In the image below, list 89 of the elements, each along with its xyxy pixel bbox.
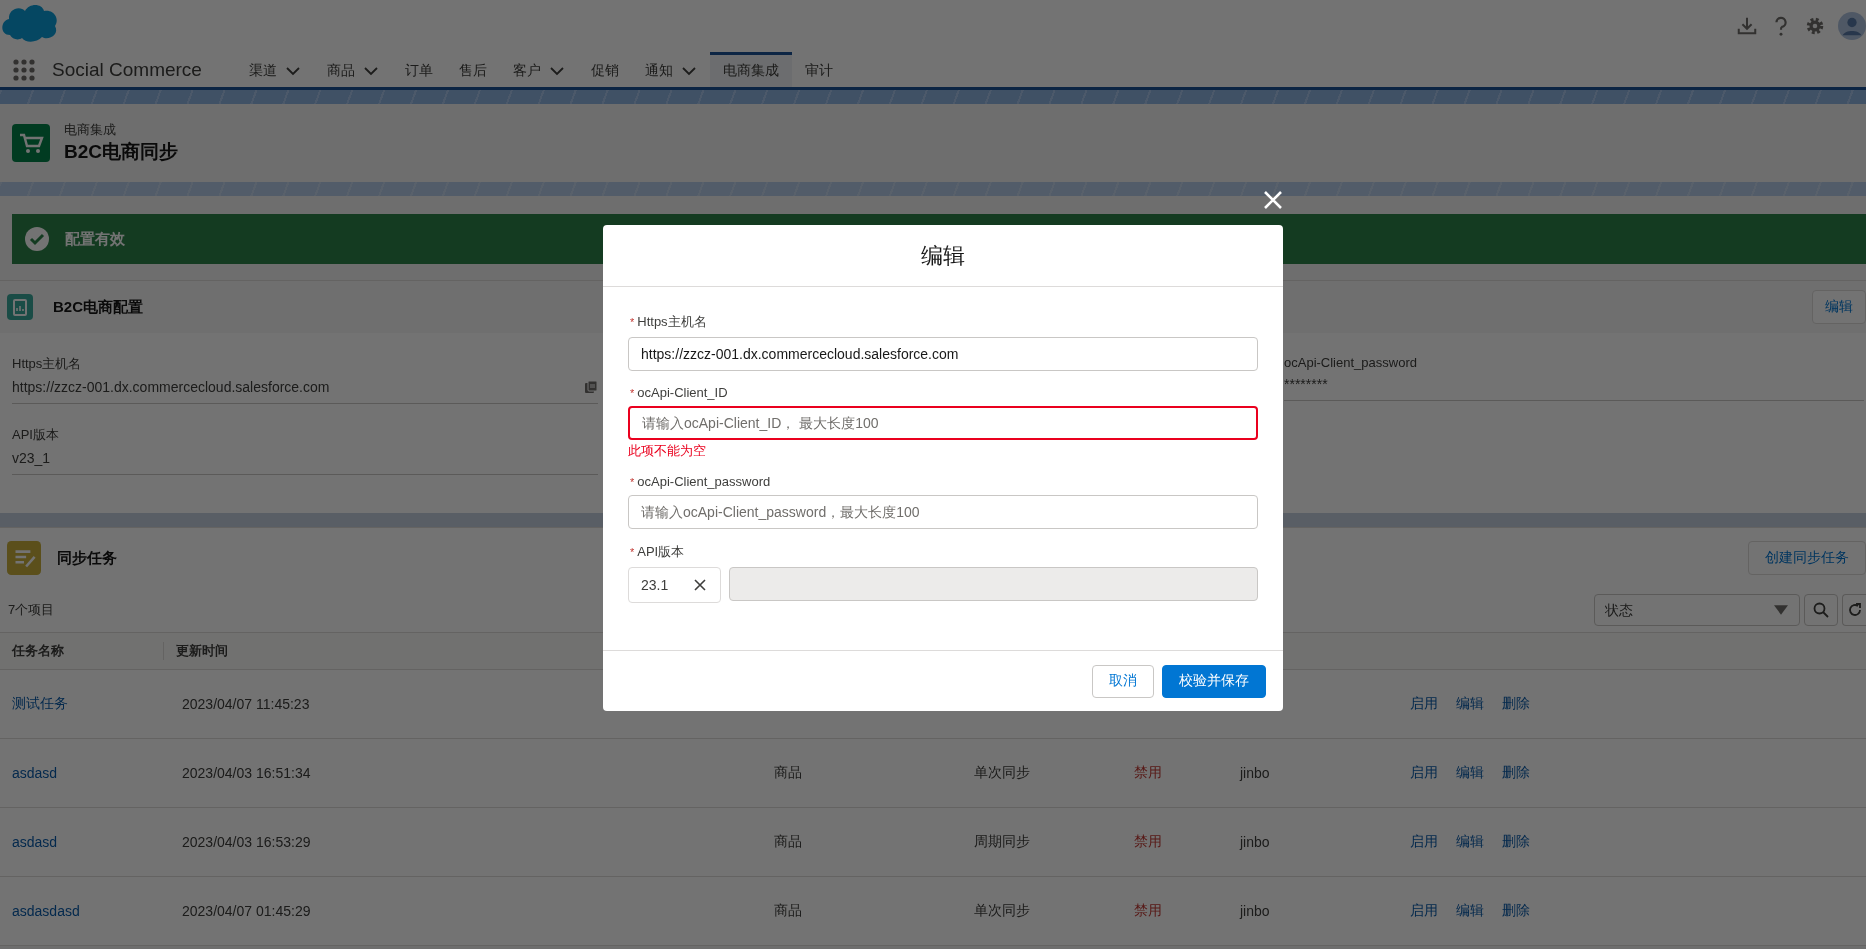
copy-icon[interactable] <box>584 380 598 394</box>
card-title: 同步任务 <box>57 548 117 568</box>
page-title: B2C电商同步 <box>64 140 178 164</box>
action-link[interactable]: 删除 <box>1502 695 1530 713</box>
field-label: API版本 <box>12 426 60 444</box>
nav-tab[interactable]: 电商集成 <box>709 52 792 87</box>
field-label: ocApi-Client_ID <box>637 385 728 400</box>
table-cell: 商品 <box>774 764 802 780</box>
check-icon <box>25 227 49 251</box>
refresh-icon <box>1846 602 1863 618</box>
save-button[interactable]: 校验并保存 <box>1162 664 1266 698</box>
table-cell-text: 2023/04/07 11:45:23 <box>181 696 311 712</box>
task-name-link[interactable]: asdasd <box>12 765 58 781</box>
field-value: ******** <box>1284 376 1328 392</box>
status-text: 禁用 <box>1134 764 1162 780</box>
action-link[interactable]: 编辑 <box>1456 695 1484 713</box>
field-label: ocApi-Client_password <box>1284 355 1418 370</box>
action-link[interactable]: 启用 <box>1410 764 1438 782</box>
app-name: Social Commerce <box>52 58 202 81</box>
table-cell: 商品 <box>774 902 802 918</box>
text-field[interactable]: 请输入ocApi-Client_ID， 最大长度100 <box>628 406 1258 440</box>
nav-tab[interactable]: 渠道 <box>235 52 314 87</box>
field-label: ocApi-Client_password <box>637 474 771 489</box>
text-field[interactable]: https://zzcz-001.dx.commercecloud.salesforce.com <box>628 337 1258 371</box>
version-select[interactable]: 23.1 <box>628 567 721 603</box>
required-mark: * <box>630 476 635 488</box>
refresh-button[interactable] <box>1842 594 1866 626</box>
nav-tab[interactable]: 商品 <box>313 52 392 87</box>
avatar-icon[interactable] <box>1838 12 1866 40</box>
nav-tab[interactable]: 促销 <box>577 52 632 87</box>
search-icon <box>1813 602 1829 618</box>
task-name-link[interactable]: 测试任务 <box>12 695 68 711</box>
cart-icon <box>12 124 50 162</box>
text-field[interactable]: 请输入ocApi-Client_password，最大长度100 <box>628 495 1258 529</box>
edit-button[interactable]: 编辑 <box>1812 290 1866 324</box>
table-cell: 周期同步 <box>974 833 1030 849</box>
field-label: API版本 <box>637 543 685 561</box>
action-link[interactable]: 删除 <box>1502 833 1530 851</box>
table-cell-text: 2023/04/03 16:53:29 <box>181 834 312 850</box>
action-link[interactable]: 删除 <box>1502 902 1530 920</box>
card-title: B2C电商配置 <box>53 297 143 317</box>
action-link[interactable]: 启用 <box>1410 902 1438 920</box>
error-message: 此项不能为空 <box>628 442 707 460</box>
table-cell: 商品 <box>774 833 802 849</box>
table-cell: jinbo <box>1240 903 1270 919</box>
action-link[interactable]: 启用 <box>1410 695 1438 713</box>
table-cell: jinbo <box>1240 834 1270 850</box>
status-text: 禁用 <box>1134 833 1162 849</box>
table-cell-text: 2023/04/07 01:45:29 <box>181 903 312 919</box>
caret-icon <box>1774 605 1788 615</box>
app-launcher-icon[interactable] <box>12 57 36 82</box>
table-cell: 单次同步 <box>974 902 1030 918</box>
table-cell: 单次同步 <box>974 764 1030 780</box>
download-icon[interactable] <box>1736 15 1758 37</box>
field-value: v23_1 <box>12 450 51 466</box>
cancel-button[interactable]: 取消 <box>1092 664 1154 698</box>
clipboard-icon <box>7 294 33 320</box>
action-link[interactable]: 启用 <box>1410 833 1438 851</box>
close-icon[interactable] <box>1263 190 1283 210</box>
toast-message: 配置有效 <box>65 229 125 249</box>
item-count: 7个项目 <box>8 601 55 619</box>
task-name-link[interactable]: asdasd <box>12 834 58 850</box>
nav-tab[interactable]: 审计 <box>791 52 846 87</box>
required-mark: * <box>630 387 635 399</box>
required-mark: * <box>630 316 635 328</box>
dialog-title: 编辑 <box>921 241 965 270</box>
search-button[interactable] <box>1804 594 1838 626</box>
nav-tab[interactable]: 售后 <box>445 52 500 87</box>
status-text: 禁用 <box>1134 902 1162 918</box>
required-mark: * <box>630 546 635 558</box>
table-cell: jinbo <box>1240 765 1270 781</box>
clear-icon[interactable] <box>694 579 706 591</box>
settings-icon[interactable] <box>1804 15 1826 37</box>
field-label: Https主机名 <box>12 355 83 373</box>
nav-tab[interactable]: 客户 <box>499 52 578 87</box>
status-select[interactable]: 状态 <box>1594 594 1800 626</box>
breadcrumb: 电商集成 <box>64 121 117 139</box>
action-link[interactable]: 删除 <box>1502 764 1530 782</box>
field-label: Https主机名 <box>637 313 707 331</box>
tasks-icon <box>7 541 41 575</box>
action-link[interactable]: 编辑 <box>1456 902 1484 920</box>
create-task-button[interactable]: 创建同步任务 <box>1748 541 1866 575</box>
table-cell-text: 2023/04/03 16:51:34 <box>181 765 312 781</box>
action-link[interactable]: 编辑 <box>1456 833 1484 851</box>
column-header[interactable]: 任务名称 <box>0 642 164 660</box>
nav-tab[interactable]: 通知 <box>631 52 710 87</box>
nav-tab[interactable]: 订单 <box>391 52 446 87</box>
task-name-link[interactable]: asdasdasd <box>12 903 80 919</box>
action-link[interactable]: 编辑 <box>1456 764 1484 782</box>
